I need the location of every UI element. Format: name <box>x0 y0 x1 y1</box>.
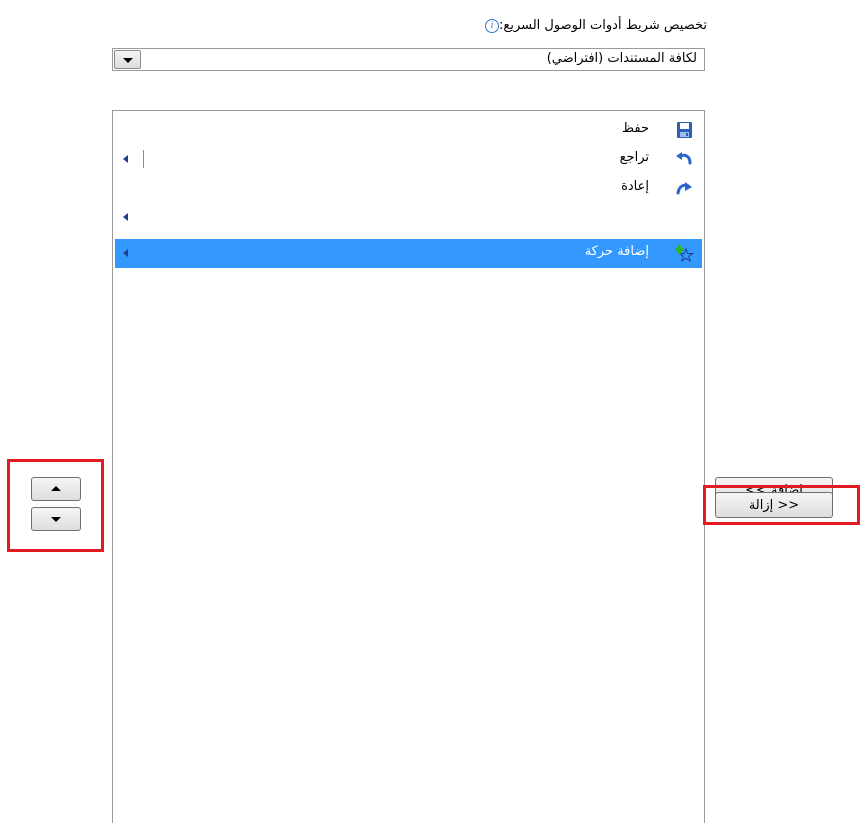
move-down-button[interactable] <box>31 507 81 531</box>
undo-icon <box>676 152 692 165</box>
list-item-label: إعادة <box>621 179 649 194</box>
list-item-save[interactable]: حفظ <box>115 116 702 145</box>
dropdown-arrow-button[interactable] <box>114 50 141 69</box>
quick-access-toolbar-customize-panel: تخصيص شريط أدوات الوصول السريع:i لكافة ا… <box>0 0 865 823</box>
chevron-down-icon <box>123 58 133 63</box>
heading-text: تخصيص شريط أدوات الوصول السريع: <box>499 18 707 33</box>
submenu-arrow-icon <box>123 155 128 163</box>
list-item-redo[interactable]: إعادة <box>115 174 702 203</box>
submenu-arrow-icon <box>123 213 128 221</box>
list-item-undo[interactable]: تراجع <box>115 145 702 174</box>
list-item-label: إضافة حركة <box>584 244 649 259</box>
save-icon <box>677 122 692 138</box>
redo-icon <box>676 182 692 195</box>
list-item-label: حفظ <box>622 121 649 136</box>
scope-dropdown[interactable]: لكافة المستندات (افتراضي) <box>112 48 705 71</box>
chevron-up-icon <box>51 486 61 491</box>
scope-dropdown-value: لكافة المستندات (افتراضي) <box>546 51 697 66</box>
remove-button-label: << إزالة <box>748 498 800 513</box>
list-item-add-animation[interactable]: إضافة حركة <box>115 239 702 268</box>
list-item-separator-group[interactable] <box>115 203 702 232</box>
customize-heading: تخصيص شريط أدوات الوصول السريع:i <box>483 18 707 33</box>
remove-button[interactable]: << إزالة <box>715 492 833 518</box>
move-buttons-highlight <box>7 459 104 552</box>
split-separator <box>143 150 144 168</box>
move-up-button[interactable] <box>31 477 81 501</box>
submenu-arrow-icon <box>123 249 128 257</box>
toolbar-commands-list[interactable]: حفظ تراجع إعادة إضافة حركة <box>112 110 705 823</box>
list-item-label: تراجع <box>619 150 649 165</box>
add-animation-icon <box>675 245 694 262</box>
info-icon[interactable]: i <box>485 18 500 33</box>
chevron-down-icon <box>51 517 61 522</box>
